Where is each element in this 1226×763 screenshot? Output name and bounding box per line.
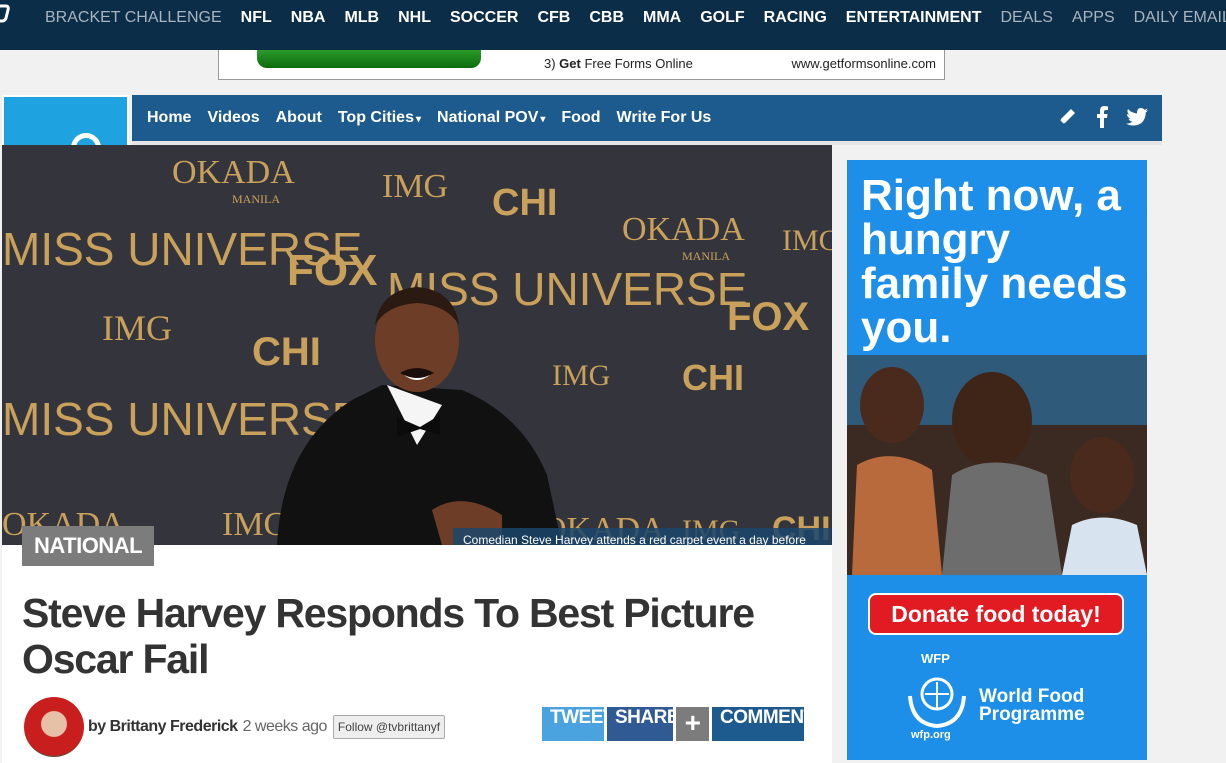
top-nav-apps[interactable]: APPS — [1072, 9, 1115, 27]
side-ad[interactable]: Right now, a hungry family needs you. Do… — [847, 160, 1147, 760]
svg-text:IMG: IMG — [102, 308, 172, 348]
top-nav-cfb[interactable]: CFB — [537, 9, 570, 27]
svg-text:CHI: CHI — [492, 182, 557, 224]
article-header: Steve Harvey Responds To Best Picture Os… — [2, 545, 832, 763]
svg-text:OKADA: OKADA — [622, 211, 745, 248]
svg-text:IMG: IMG — [552, 359, 610, 392]
top-nav-nba[interactable]: NBA — [291, 9, 326, 27]
svg-text:CHI: CHI — [682, 357, 744, 398]
nav-national-pov[interactable]: National POV ▾ — [437, 109, 545, 127]
nav-top-cities[interactable]: Top Cities ▾ — [338, 109, 421, 127]
brand-logo-fragment[interactable] — [0, 4, 10, 24]
svg-text:IMG: IMG — [782, 224, 832, 257]
svg-text:IMG: IMG — [382, 168, 448, 205]
top-nav-soccer[interactable]: SOCCER — [450, 9, 518, 27]
author-name[interactable]: by Brittany Frederick — [88, 718, 238, 736]
twitter-icon[interactable] — [1126, 108, 1148, 132]
svg-text:FOX: FOX — [287, 246, 377, 295]
wfp-name: World Food Programme — [979, 686, 1085, 725]
donate-button[interactable]: Donate food today! — [868, 593, 1124, 635]
svg-text:MANILA: MANILA — [682, 249, 730, 263]
top-nav-daily-email[interactable]: DAILY EMAIL — [1134, 9, 1226, 27]
nav-write-for-us[interactable]: Write For Us — [617, 109, 712, 127]
tweet-button[interactable]: TWEET — [542, 707, 615, 741]
share-bar: TWEET SHARE + COMMENT — [542, 707, 815, 741]
chevron-down-icon: ▾ — [415, 114, 422, 125]
svg-text:CHI: CHI — [252, 330, 321, 374]
svg-text:OKADA: OKADA — [172, 154, 295, 191]
ad-green-button[interactable] — [257, 50, 481, 68]
svg-text:MANILA: MANILA — [232, 192, 280, 206]
image-caption: Comedian Steve Harvey attends a red carp… — [453, 528, 831, 545]
nav-home[interactable]: Home — [147, 109, 191, 127]
wfp-abbr: WFP — [921, 651, 950, 666]
author-avatar[interactable] — [24, 697, 84, 757]
top-nav: BRACKET CHALLENGE NFL NBA MLB NHL SOCCER… — [45, 0, 1226, 36]
pencil-icon[interactable] — [1056, 106, 1078, 134]
top-nav-nfl[interactable]: NFL — [241, 9, 272, 27]
follow-button[interactable]: Follow @tvbrittanyf — [332, 715, 446, 739]
nav-videos[interactable]: Videos — [207, 109, 259, 127]
svg-text:MISS UNIVERSE: MISS UNIVERSE — [2, 393, 362, 445]
top-bar: BRACKET CHALLENGE NFL NBA MLB NHL SOCCER… — [0, 0, 1226, 50]
comment-button[interactable]: COMMENT — [712, 707, 815, 741]
top-nav-golf[interactable]: GOLF — [700, 9, 744, 27]
svg-text:FOX: FOX — [727, 295, 810, 339]
top-nav-entertainment[interactable]: ENTERTAINMENT — [846, 9, 982, 27]
post-time: 2 weeks ago — [242, 718, 328, 735]
ad-headline: Right now, a hungry family needs you. — [861, 171, 1128, 352]
article-title[interactable]: Steve Harvey Responds To Best Picture Os… — [22, 590, 822, 682]
hero-image[interactable]: OKADA MANILA IMG CHI OKADA MANILA IMG MI… — [2, 145, 832, 545]
top-banner-ad[interactable]: 3) Get Free Forms Online www.getformsonl… — [218, 50, 945, 80]
wfp-url[interactable]: wfp.org — [911, 729, 951, 741]
top-nav-nhl[interactable]: NHL — [398, 9, 431, 27]
byline: by Brittany Frederick 2 weeks ago Follow… — [24, 697, 446, 757]
ad-photo — [847, 355, 1147, 575]
top-nav-racing[interactable]: RACING — [764, 9, 827, 27]
wfp-emblem-icon — [908, 677, 966, 729]
share-button[interactable]: SHARE — [607, 707, 680, 741]
facebook-icon[interactable] — [1096, 106, 1108, 134]
nav-about[interactable]: About — [276, 109, 322, 127]
category-badge[interactable]: NATIONAL — [22, 526, 155, 566]
ad-url[interactable]: www.getformsonline.com — [792, 56, 937, 71]
top-nav-bracket-challenge[interactable]: BRACKET CHALLENGE — [45, 9, 222, 27]
top-nav-mma[interactable]: MMA — [643, 9, 681, 27]
site-nav: Home Videos About Top Cities ▾ National P… — [132, 95, 1162, 145]
top-nav-deals[interactable]: DEALS — [1000, 9, 1052, 27]
ad-text: 3) Get Free Forms Online — [544, 56, 693, 71]
chevron-down-icon: ▾ — [540, 114, 546, 125]
nav-food[interactable]: Food — [561, 109, 600, 127]
top-nav-cbb[interactable]: CBB — [589, 9, 624, 27]
more-share-button[interactable]: + — [676, 707, 709, 741]
top-nav-mlb[interactable]: MLB — [344, 9, 379, 27]
